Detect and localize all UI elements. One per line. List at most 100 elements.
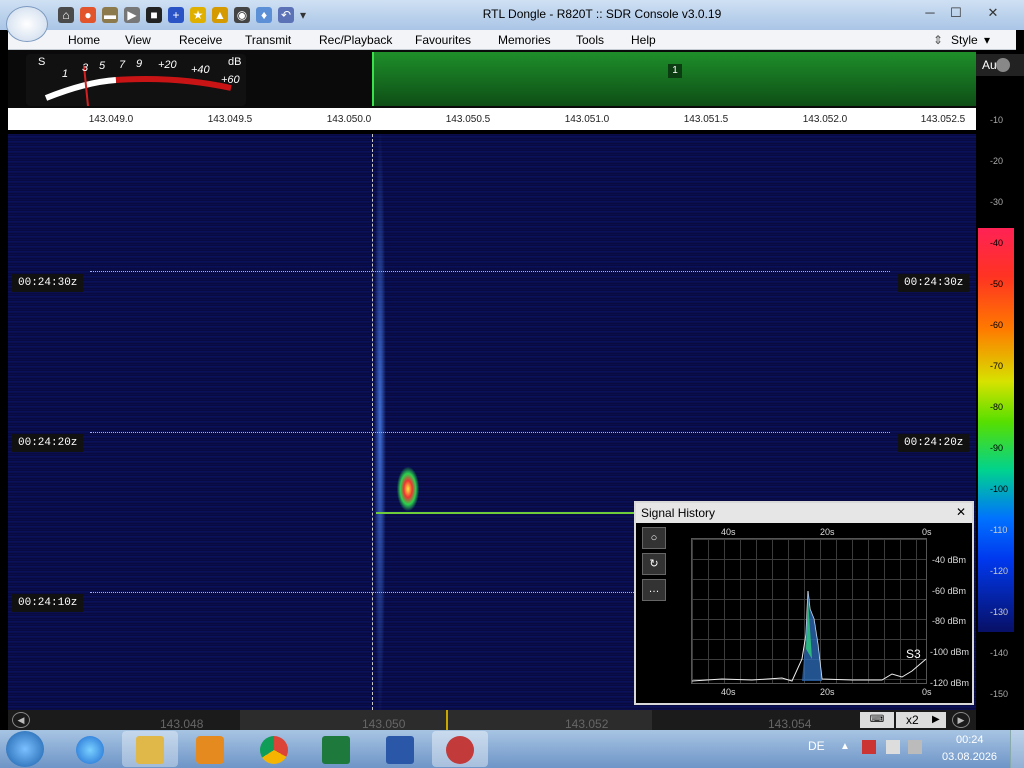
excel-icon[interactable] [322,736,350,764]
close-button[interactable]: ✕ [980,4,1006,22]
ruler-tick: 143.049.0 [88,114,134,125]
signal-history-plot: S3 [691,538,927,684]
db-label: -130 [990,607,1009,617]
signal-trace [691,590,927,682]
menu-favourites[interactable]: Favourites [415,30,471,50]
dbm-label: -100 dBm [930,647,970,657]
signal-history-title: Signal History [636,503,972,523]
app-orb-icon[interactable] [6,6,48,42]
camera-icon[interactable]: ◉ [234,7,250,23]
overview-tick: 143.052 [565,717,609,731]
tray-network-icon[interactable] [886,740,900,754]
menu-memories[interactable]: Memories [498,30,551,50]
home-icon[interactable]: ⌂ [58,7,74,23]
style-updown-icon[interactable]: ⇕ [933,30,943,50]
word-icon[interactable] [386,736,414,764]
folder-icon[interactable]: ▬ [102,7,118,23]
db-label: -10 [990,115,1004,125]
timestamp-line [90,271,890,272]
close-icon[interactable]: ✕ [956,505,966,519]
s-meter-scale-20: +20 [158,59,177,71]
passband-marker[interactable]: 1 [668,64,682,78]
ruler-tick: 143.051.5 [683,114,729,125]
db-label: -90 [990,443,1004,453]
overview-tick: 143.050 [362,717,406,731]
style-menu[interactable]: Style [951,30,978,50]
tuning-cursor[interactable] [372,134,373,710]
language-indicator[interactable]: DE [808,739,825,753]
time-label-top: 0s [922,527,932,537]
db-label: -140 [990,648,1009,658]
lifebuoy-icon[interactable]: ● [80,7,96,23]
passband-filter[interactable]: 1 [372,52,976,106]
menu-home[interactable]: Home [68,30,100,50]
db-label: -150 [990,689,1009,699]
zoom-arrow-icon[interactable]: ▶ [932,712,940,728]
clock-time[interactable]: 00:24 [956,734,984,746]
s-meter-s-label: S [38,56,46,68]
internet-explorer-icon[interactable] [76,736,104,764]
overview-tick: 143.048 [160,717,204,731]
time-label-bottom: 20s [820,687,835,697]
s-meter-scale-40: +40 [191,64,210,76]
timestamp-label-right: 00:24:20z [898,434,970,452]
menu-view[interactable]: View [125,30,151,50]
menu-transmit[interactable]: Transmit [245,30,291,50]
signal-trail [376,512,636,514]
play-icon[interactable]: ▶ [124,7,140,23]
menu-help[interactable]: Help [631,30,656,50]
timestamp-label-left: 00:24:30z [12,274,84,292]
tray-expand-icon[interactable]: ▲ [840,741,850,752]
ruler-tick: 143.050.0 [326,114,372,125]
db-label: -80 [990,402,1004,412]
star-icon[interactable]: ★ [190,7,206,23]
menu-bar: Home View Receive Transmit Rec/Playback … [8,30,1016,50]
s-meter: S dB 1 3 5 7 9 +20 +40 +60 [26,54,246,107]
menu-rec-playback[interactable]: Rec/Playback [319,30,392,50]
quickaccess-dropdown-icon[interactable]: ▾ [298,7,308,23]
db-label: -60 [990,320,1004,330]
s-meter-scale-7: 7 [119,59,126,71]
time-label-bottom: 40s [721,687,736,697]
chrome-icon[interactable] [260,736,288,764]
folder-icon [136,736,164,764]
record-icon[interactable]: ○ [642,527,666,549]
minimize-button[interactable]: ─ [918,4,942,22]
scroll-right-icon[interactable]: ▶ [952,712,970,728]
more-icon[interactable]: … [642,579,666,601]
db-label: -20 [990,156,1004,166]
s-meter-db-label: dB [228,56,242,68]
ruler-tick: 143.051.0 [564,114,610,125]
dbm-label: -80 dBm [932,616,967,626]
s-meter-scale-9: 9 [136,58,143,70]
overview-cursor [446,710,448,730]
ruler-tick: 143.050.5 [445,114,491,125]
time-label-bottom: 0s [922,687,932,697]
media-player-icon[interactable] [196,736,224,764]
timestamp-line [90,432,890,433]
title-bar: RTL Dongle - R820T :: SDR Console v3.0.1… [0,0,1024,30]
style-dropdown-icon[interactable]: ▾ [984,30,990,50]
show-desktop-button[interactable] [1010,730,1024,768]
scroll-left-icon[interactable]: ◀ [12,712,30,728]
drop-icon[interactable]: ♦ [256,7,272,23]
clock-date[interactable]: 03.08.2026 [942,751,997,763]
lock-icon[interactable]: ▲ [212,7,228,23]
sdr-console-icon [446,736,474,764]
tray-flag-icon[interactable] [862,740,876,754]
add-icon[interactable]: + [168,7,184,23]
db-label: -50 [990,279,1004,289]
menu-tools[interactable]: Tools [576,30,604,50]
reset-icon[interactable]: ↻ [642,553,666,575]
menu-receive[interactable]: Receive [179,30,222,50]
overview-bar[interactable] [8,710,976,730]
keyboard-icon[interactable]: ⌨ [860,712,894,728]
stop-icon[interactable]: ■ [146,7,162,23]
undo-icon[interactable]: ↶ [278,7,294,23]
s-meter-scale-1: 1 [62,68,69,80]
maximize-button[interactable]: ☐ [944,4,968,22]
ruler-tick: 143.052.5 [920,114,966,125]
tray-display-icon[interactable] [908,740,922,754]
settings-icon[interactable] [996,58,1010,72]
start-button[interactable] [6,731,44,767]
